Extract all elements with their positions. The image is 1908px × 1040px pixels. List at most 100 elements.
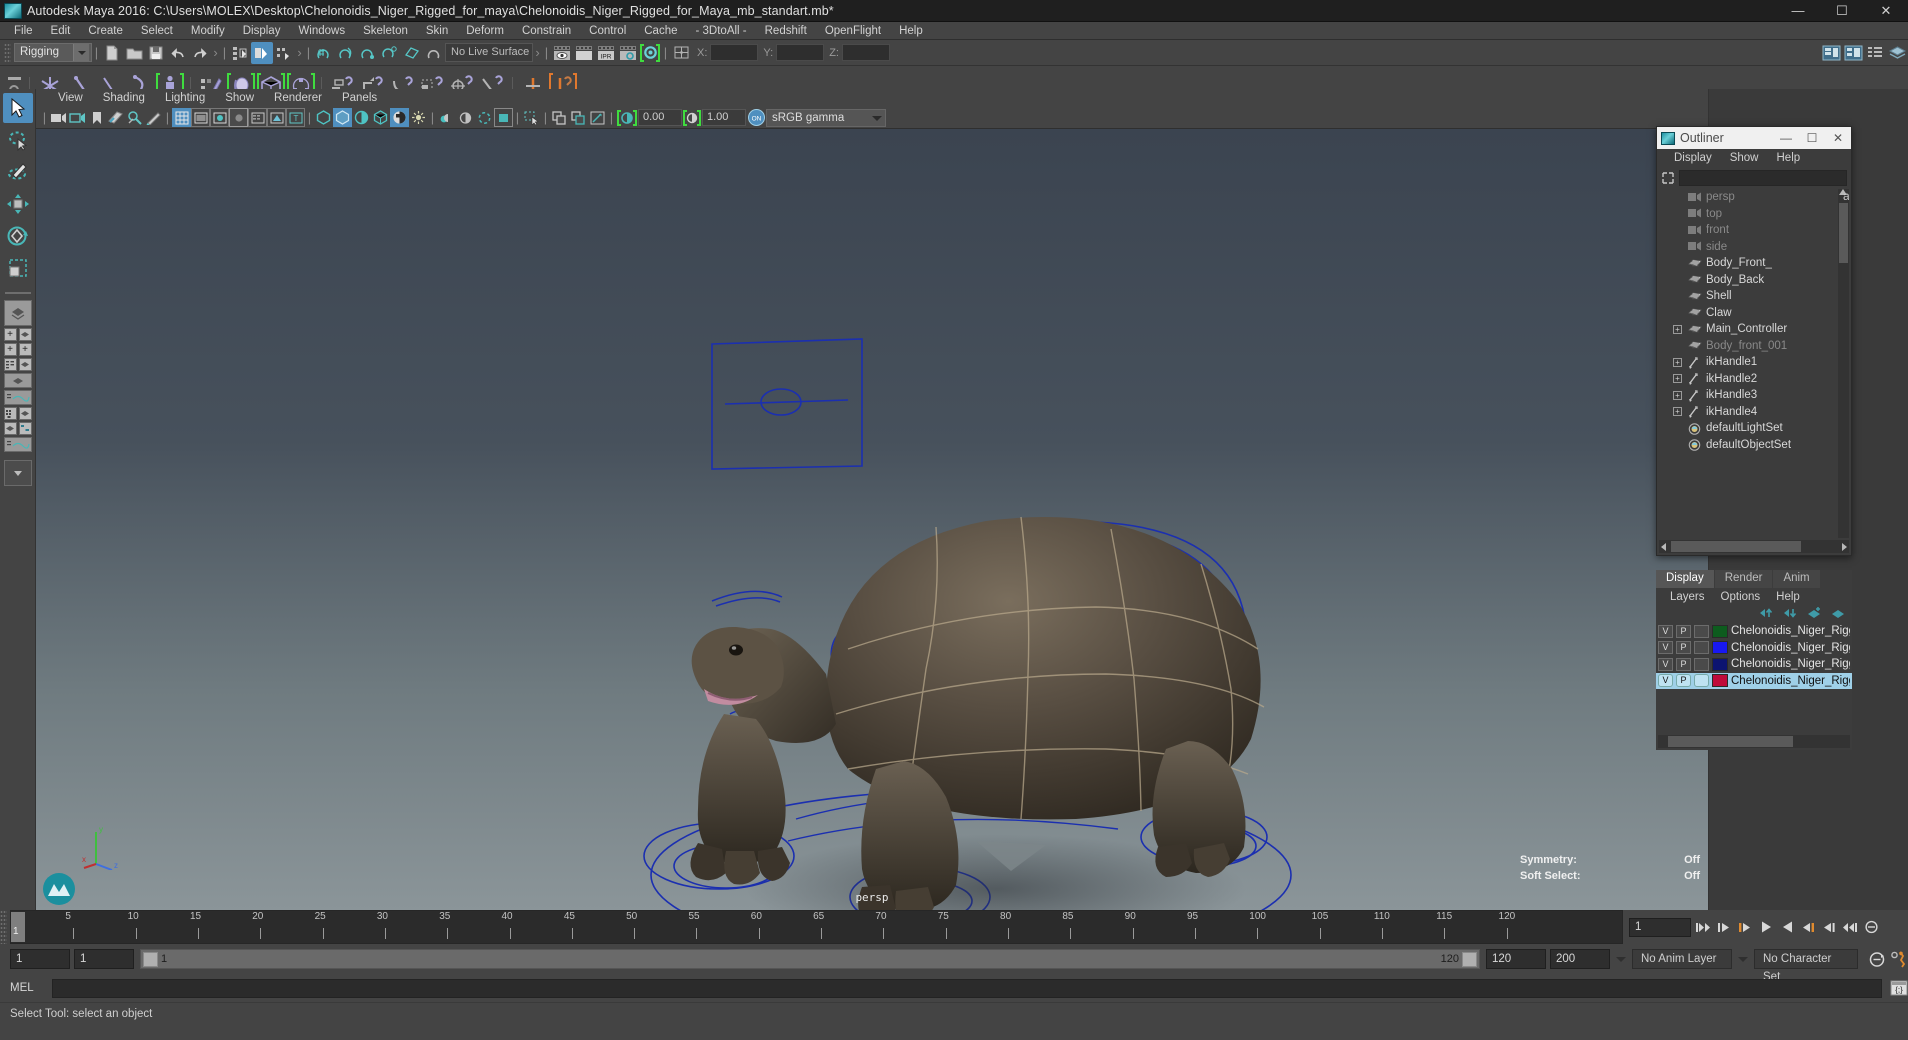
outliner-item-ikhandle1[interactable]: + ikHandle1 <box>1661 354 1849 371</box>
layer-menu-help[interactable]: Help <box>1768 591 1808 603</box>
layer-color-swatch[interactable] <box>1712 641 1728 655</box>
play-forwards-button[interactable] <box>1778 916 1796 938</box>
layout-persp-graph-editor[interactable] <box>3 390 32 405</box>
toggle-render-region-button[interactable] <box>639 42 661 64</box>
open-attribute-editor-button[interactable] <box>670 42 692 64</box>
range-bar[interactable]: 1 120 <box>140 949 1480 969</box>
exposure-toggle-button[interactable] <box>616 108 638 128</box>
axis-y-field[interactable] <box>776 44 825 61</box>
animation-preferences-icon[interactable] <box>1862 916 1880 938</box>
layout-outliner-persp[interactable] <box>3 358 17 371</box>
outliner-item-body_front_001[interactable]: Body_front_001 <box>1661 338 1849 355</box>
show-attribute-editor-button[interactable] <box>1820 42 1842 64</box>
menu-control[interactable]: Control <box>580 22 635 40</box>
paint-select-tool[interactable] <box>3 157 33 187</box>
panel-menu-renderer[interactable]: Renderer <box>264 92 332 104</box>
selection-bracket-icon[interactable] <box>1661 171 1675 185</box>
menu-modify[interactable]: Modify <box>182 22 234 40</box>
open-scene-button[interactable] <box>123 42 145 64</box>
screen-space-ao-icon[interactable] <box>371 108 390 127</box>
snap-to-projected-center-button[interactable] <box>379 42 401 64</box>
outliner-item-front[interactable]: front <box>1661 222 1849 239</box>
menu-redshift[interactable]: Redshift <box>756 22 816 40</box>
current-frame-field[interactable]: 1 <box>1629 917 1691 937</box>
layer-row[interactable]: VP Chelonoidis_Niger_Rigged_I <box>1656 656 1852 673</box>
layer-color-swatch[interactable] <box>1712 624 1728 638</box>
menu-skeleton[interactable]: Skeleton <box>354 22 417 40</box>
panel-menu-panels[interactable]: Panels <box>332 92 387 104</box>
smooth-shade-all-icon[interactable] <box>191 108 210 127</box>
expand-toggle-icon[interactable]: + <box>1673 407 1682 417</box>
snap-to-grid-button[interactable] <box>313 42 335 64</box>
outliner-menu-display[interactable]: Display <box>1665 152 1721 164</box>
command-input[interactable] <box>52 978 1882 998</box>
time-slider-track[interactable]: 1 5 10 15 20 25 30 35 40 45 50 55 60 65 70 75 80 85 90 95 1… <box>10 910 1623 944</box>
panel-menu-view[interactable]: View <box>48 92 93 104</box>
layer-playback-toggle[interactable]: P <box>1676 674 1691 688</box>
select-by-component-button[interactable] <box>273 42 295 64</box>
auto-keyframe-toggle-icon[interactable] <box>1868 948 1886 970</box>
more-layouts-button[interactable] <box>3 460 32 486</box>
grease-pencil-icon[interactable] <box>144 108 163 127</box>
gamma-toggle-button[interactable] <box>682 108 702 128</box>
image-plane-icon[interactable] <box>106 108 125 127</box>
two-d-pan-zoom-icon[interactable] <box>125 108 144 127</box>
snap-to-curve-button[interactable] <box>335 42 357 64</box>
scroll-left-arrow-icon[interactable] <box>1661 543 1666 551</box>
step-forward-key-button[interactable] <box>1820 916 1838 938</box>
scrollbar-thumb[interactable] <box>1839 203 1848 263</box>
menu-skin[interactable]: Skin <box>417 22 457 40</box>
redo-button[interactable] <box>189 42 211 64</box>
new-layer-from-selected-icon[interactable] <box>1807 606 1822 622</box>
menu-constrain[interactable]: Constrain <box>513 22 580 40</box>
xray-active-components-icon[interactable] <box>494 108 513 127</box>
playback-end-field[interactable]: 120 <box>1486 949 1546 969</box>
range-end-field[interactable]: 200 <box>1550 949 1610 969</box>
expand-toggle-icon[interactable]: + <box>1673 324 1682 334</box>
layout-two-pane-stacked[interactable]: + <box>18 343 32 356</box>
new-scene-button[interactable] <box>101 42 123 64</box>
time-slider-gripper[interactable] <box>0 910 7 944</box>
live-surface-field[interactable]: No Live Surface <box>445 43 533 62</box>
isolate-select-icon[interactable] <box>437 108 456 127</box>
layers-stack-icon[interactable] <box>1886 42 1908 64</box>
range-start-field[interactable]: 1 <box>10 949 70 969</box>
menu-deform[interactable]: Deform <box>457 22 513 40</box>
range-start-handle[interactable] <box>143 952 158 967</box>
menu-3dtoall[interactable]: - 3DtoAll - <box>687 22 756 40</box>
use-default-material-icon[interactable] <box>267 108 286 127</box>
snap-to-view-plane-button[interactable] <box>401 42 423 64</box>
multisample-aa-icon[interactable] <box>390 108 409 127</box>
menu-help[interactable]: Help <box>890 22 932 40</box>
layer-playback-toggle[interactable]: P <box>1676 641 1691 655</box>
layer-visibility-toggle[interactable]: V <box>1658 624 1673 638</box>
layout-four-view[interactable]: + <box>3 328 17 341</box>
3d-viewport[interactable]: persp Symmetry: Off Soft Select: Off y z… <box>36 129 1708 910</box>
outliner-maximize-button[interactable]: ☐ <box>1799 127 1825 149</box>
layer-menu-layers[interactable]: Layers <box>1662 591 1713 603</box>
layer-color-swatch[interactable] <box>1712 674 1728 688</box>
outliner-item-main_controller[interactable]: + Main_Controller <box>1661 321 1849 338</box>
outliner-item-persp[interactable]: persp <box>1661 189 1849 206</box>
bookmark-icon[interactable] <box>87 108 106 127</box>
outliner-vertical-scrollbar[interactable]: actable="true"> <box>1838 189 1849 538</box>
outliner-tree[interactable]: persp top front side Body_Front_ Body_Back She… <box>1661 189 1849 538</box>
wireframe-shading-icon[interactable] <box>172 108 191 127</box>
play-backwards-button[interactable] <box>1757 916 1775 938</box>
flat-shade-icon[interactable] <box>229 108 248 127</box>
layer-display-type-toggle[interactable] <box>1694 657 1709 671</box>
outliner-item-ikhandle2[interactable]: + ikHandle2 <box>1661 371 1849 388</box>
layer-playback-toggle[interactable]: P <box>1676 624 1691 638</box>
layer-row[interactable]: VP Chelonoidis_Niger_Rigged_I <box>1656 640 1852 657</box>
smooth-shade-selected-icon[interactable] <box>210 108 229 127</box>
layer-visibility-toggle[interactable]: V <box>1658 657 1673 671</box>
menu-openflight[interactable]: OpenFlight <box>816 22 890 40</box>
layer-list[interactable]: VPChelonoidis_Niger_Rigged_IVPChelonoidi… <box>1656 623 1852 733</box>
save-scene-button[interactable] <box>145 42 167 64</box>
menu-create[interactable]: Create <box>79 22 132 40</box>
expand-toggle-icon[interactable]: + <box>1673 390 1682 400</box>
panel-menu-lighting[interactable]: Lighting <box>155 92 215 104</box>
layout-hypergraph[interactable] <box>18 422 32 435</box>
select-by-hierarchy-button[interactable] <box>229 42 251 64</box>
command-language-label[interactable]: MEL <box>10 982 44 994</box>
